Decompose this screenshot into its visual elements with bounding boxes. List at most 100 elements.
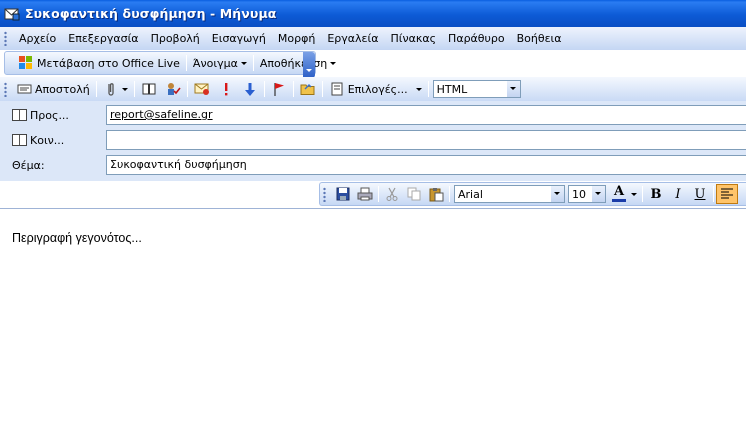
save-button[interactable]: [332, 184, 354, 204]
font-size-select[interactable]: 10: [568, 185, 606, 203]
flag-icon: [274, 83, 284, 96]
align-left-icon: [721, 188, 733, 199]
chevron-down-icon[interactable]: [592, 186, 605, 202]
separator: [252, 55, 254, 71]
folder-button[interactable]: [296, 79, 320, 99]
low-importance-button[interactable]: [238, 79, 262, 99]
cc-field[interactable]: [106, 130, 746, 150]
italic-button[interactable]: I: [667, 184, 689, 204]
toolbar-grip[interactable]: [323, 186, 326, 202]
separator: [263, 81, 265, 97]
address-book-button[interactable]: [137, 79, 161, 99]
print-button[interactable]: [354, 184, 376, 204]
to-button[interactable]: Προς...: [12, 105, 69, 125]
flag-envelope-button[interactable]: [190, 79, 214, 99]
toolbar-options-chevron[interactable]: [303, 52, 315, 78]
separator: [449, 186, 450, 202]
toolbar-grip[interactable]: [4, 31, 7, 46]
mail-toolbar: Αποστολή Επιλογές... HTML: [0, 77, 746, 101]
menu-format[interactable]: Μορφή: [272, 29, 321, 49]
chevron-down-icon[interactable]: [506, 81, 520, 97]
message-body[interactable]: Περιγραφή γεγονότος...: [0, 208, 746, 431]
message-icon: [4, 8, 20, 20]
follow-up-flag-button[interactable]: [267, 79, 291, 99]
address-book-icon: [12, 134, 27, 146]
open-label: Άνοιγμα: [192, 56, 238, 70]
open-button[interactable]: Άνοιγμα: [189, 53, 251, 73]
chevron-down-icon: [631, 192, 637, 196]
separator: [185, 55, 187, 71]
body-text[interactable]: Περιγραφή γεγονότος...: [12, 231, 142, 245]
menu-view[interactable]: Προβολή: [145, 29, 206, 49]
menu-tools[interactable]: Εργαλεία: [321, 29, 384, 49]
separator: [378, 186, 379, 202]
folder-icon: [300, 84, 315, 95]
printer-icon: [357, 187, 373, 201]
chevron-down-icon: [415, 87, 422, 91]
toolbar-grip[interactable]: [4, 81, 7, 97]
bold-button[interactable]: B: [645, 184, 667, 204]
separator: [321, 81, 323, 97]
menu-bar: Αρχείο Επεξεργασία Προβολή Εισαγωγή Μορφ…: [0, 27, 746, 50]
to-field[interactable]: report@safeline.gr: [106, 105, 746, 125]
send-icon: [17, 84, 32, 94]
save-web-label: Αποθήκευση: [259, 56, 328, 70]
check-names-icon: [167, 83, 181, 95]
menu-file[interactable]: Αρχείο: [13, 29, 62, 49]
attach-button[interactable]: [99, 79, 132, 99]
message-format-select[interactable]: HTML: [432, 80, 521, 98]
separator: [186, 81, 188, 97]
subject-label: Θέμα:: [12, 158, 45, 172]
align-left-button[interactable]: [716, 184, 738, 204]
window-title: Συκοφαντική δυσφήμηση - Μήνυμα: [25, 6, 277, 21]
save-web-button[interactable]: Αποθήκευση: [256, 53, 340, 73]
options-button[interactable]: Επιλογές...: [325, 79, 426, 99]
menu-insert[interactable]: Εισαγωγή: [206, 29, 272, 49]
separator: [292, 81, 294, 97]
separator: [133, 81, 135, 97]
office-live-button[interactable]: Μετάβαση στο Office Live: [14, 53, 184, 73]
separator: [427, 81, 429, 97]
office-live-label: Μετάβαση στο Office Live: [37, 56, 180, 70]
web-toolbar: Μετάβαση στο Office Live Άνοιγμα Αποθήκε…: [4, 51, 337, 78]
paperclip-icon: [108, 83, 114, 96]
menu-edit[interactable]: Επεξεργασία: [62, 29, 144, 49]
chevron-down-icon: [330, 61, 337, 65]
to-label: Προς...: [30, 108, 69, 122]
separator: [642, 186, 643, 202]
chevron-down-icon[interactable]: [551, 186, 564, 202]
high-importance-button[interactable]: [214, 79, 238, 99]
address-book-icon: [142, 83, 156, 95]
menu-table[interactable]: Πίνακας: [384, 29, 442, 49]
underline-button[interactable]: U: [689, 184, 711, 204]
exclamation-icon: [224, 83, 228, 96]
font-select[interactable]: Arial: [454, 185, 565, 203]
options-label: Επιλογές...: [347, 82, 408, 96]
cc-label: Κοιν...: [30, 133, 65, 147]
copy-button[interactable]: [403, 184, 425, 204]
font-value: Arial: [458, 187, 483, 201]
send-label: Αποστολή: [35, 82, 90, 96]
to-recipient[interactable]: report@safeline.gr: [110, 108, 213, 121]
envelope-icon: [194, 83, 209, 95]
options-icon: [331, 82, 343, 96]
message-format-value: HTML: [436, 82, 468, 96]
subject-field[interactable]: Συκοφαντική δυσφήμηση: [106, 155, 746, 175]
arrow-down-icon: [244, 83, 255, 96]
formatting-toolbar: Arial 10 A B I U: [319, 182, 746, 206]
separator: [95, 81, 97, 97]
menu-help[interactable]: Βοήθεια: [511, 29, 568, 49]
copy-icon: [407, 187, 421, 201]
check-names-button[interactable]: [161, 79, 185, 99]
cc-button[interactable]: Κοιν...: [12, 130, 64, 150]
address-book-icon: [12, 109, 27, 121]
cut-button[interactable]: [381, 184, 403, 204]
menu-window[interactable]: Παράθυρο: [442, 29, 511, 49]
font-size-value: 10: [572, 187, 586, 201]
send-button[interactable]: Αποστολή: [13, 79, 94, 99]
paste-button[interactable]: [425, 184, 447, 204]
font-color-button[interactable]: A: [609, 184, 640, 204]
title-bar: Συκοφαντική δυσφήμηση - Μήνυμα: [0, 0, 746, 27]
chevron-down-icon: [240, 61, 247, 65]
floppy-disk-icon: [336, 187, 350, 201]
